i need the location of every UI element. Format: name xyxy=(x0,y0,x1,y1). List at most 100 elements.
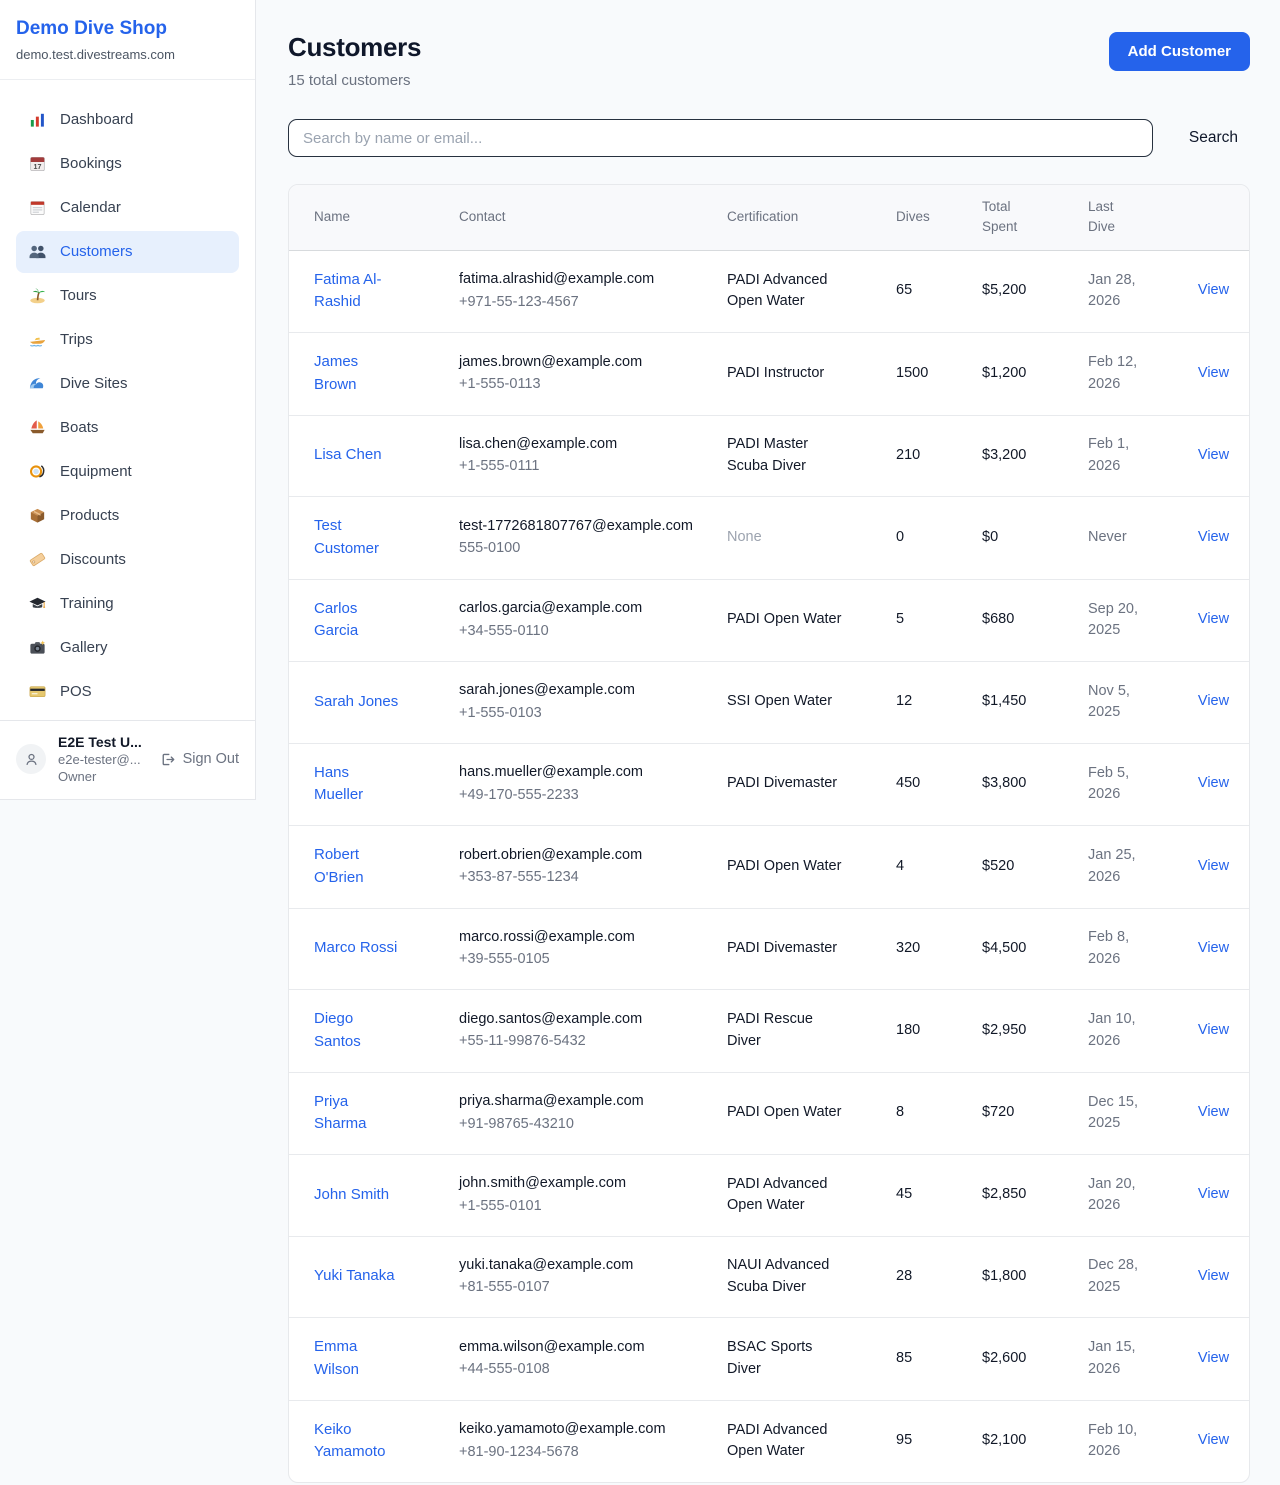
trips-icon xyxy=(28,330,47,349)
customer-total-spent: $2,100 xyxy=(982,1432,1026,1448)
sidebar-item-training[interactable]: Training xyxy=(16,583,239,625)
customer-name-link[interactable]: James Brown xyxy=(314,353,358,393)
customer-email: hans.mueller@example.com xyxy=(459,762,695,784)
search-input[interactable] xyxy=(288,119,1153,157)
view-link[interactable]: View xyxy=(1198,1022,1229,1038)
sidebar-item-equipment[interactable]: Equipment xyxy=(16,451,239,493)
customer-name-link[interactable]: Emma Wilson xyxy=(314,1338,359,1378)
customer-last-dive: Never xyxy=(1088,529,1127,545)
customer-total-spent: $2,950 xyxy=(982,1022,1026,1038)
pos-icon xyxy=(28,682,47,701)
user-section: E2E Test U... e2e-tester@... Owner Sign … xyxy=(0,720,255,799)
sidebar-item-boats[interactable]: Boats xyxy=(16,407,239,449)
customer-phone: +1-555-0103 xyxy=(459,703,695,725)
customer-dives: 95 xyxy=(896,1432,912,1448)
customers-table-body: Fatima Al- Rashid fatima.alrashid@exampl… xyxy=(289,250,1249,1482)
customer-email: keiko.yamamoto@example.com xyxy=(459,1419,695,1441)
sidebar-item-dashboard[interactable]: Dashboard xyxy=(16,99,239,141)
customer-name-link[interactable]: Priya Sharma xyxy=(314,1093,367,1133)
sidebar-item-pos[interactable]: POS xyxy=(16,671,239,713)
view-link[interactable]: View xyxy=(1198,611,1229,627)
sidebar-item-label: Dashboard xyxy=(60,110,133,130)
customer-phone: +353-87-555-1234 xyxy=(459,867,695,889)
customer-total-spent: $2,850 xyxy=(982,1186,1026,1202)
dive-sites-icon xyxy=(28,374,47,393)
view-link[interactable]: View xyxy=(1198,775,1229,791)
sidebar-item-discounts[interactable]: Discounts xyxy=(16,539,239,581)
view-link[interactable]: View xyxy=(1198,529,1229,545)
customer-name-link[interactable]: Keiko Yamamoto xyxy=(314,1421,385,1461)
logout-icon xyxy=(159,751,176,768)
sidebar-item-products[interactable]: Products xyxy=(16,495,239,537)
sign-out-button[interactable]: Sign Out xyxy=(159,751,239,768)
customer-phone: +971-55-123-4567 xyxy=(459,292,695,314)
view-link[interactable]: View xyxy=(1198,1432,1229,1448)
sidebar-item-gallery[interactable]: Gallery xyxy=(16,627,239,669)
view-link[interactable]: View xyxy=(1198,693,1229,709)
customer-dives: 0 xyxy=(896,529,904,545)
sidebar-header: Demo Dive Shop demo.test.divestreams.com xyxy=(0,0,255,80)
view-link[interactable]: View xyxy=(1198,1350,1229,1366)
customers-table: Name Contact Certification Dives Total S… xyxy=(289,185,1249,1482)
customer-dives: 320 xyxy=(896,940,920,956)
table-row: Carlos Garcia carlos.garcia@example.com … xyxy=(289,579,1249,662)
customer-last-dive: Jan 28, 2026 xyxy=(1088,272,1136,310)
view-link[interactable]: View xyxy=(1198,858,1229,874)
view-link[interactable]: View xyxy=(1198,365,1229,381)
sidebar-item-label: Training xyxy=(60,594,114,614)
customer-name-link[interactable]: Yuki Tanaka xyxy=(314,1267,395,1284)
sidebar-item-label: Discounts xyxy=(60,550,126,570)
view-link[interactable]: View xyxy=(1198,1186,1229,1202)
table-row: Fatima Al- Rashid fatima.alrashid@exampl… xyxy=(289,250,1249,333)
customer-name-link[interactable]: Carlos Garcia xyxy=(314,600,358,640)
customer-name-link[interactable]: Hans Mueller xyxy=(314,764,363,804)
search-button[interactable]: Search xyxy=(1177,121,1250,155)
shop-domain: demo.test.divestreams.com xyxy=(16,47,239,62)
customer-name-link[interactable]: Diego Santos xyxy=(314,1010,361,1050)
table-row: Lisa Chen lisa.chen@example.com +1-555-0… xyxy=(289,415,1249,497)
sidebar-item-bookings[interactable]: Bookings xyxy=(16,143,239,185)
customer-last-dive: Feb 8, 2026 xyxy=(1088,929,1129,967)
sidebar-item-calendar[interactable]: Calendar xyxy=(16,187,239,229)
view-link[interactable]: View xyxy=(1198,447,1229,463)
customer-name-link[interactable]: Fatima Al- Rashid xyxy=(314,271,382,311)
column-header-dives: Dives xyxy=(880,185,966,250)
add-customer-button[interactable]: Add Customer xyxy=(1109,32,1250,71)
customer-total-spent: $680 xyxy=(982,611,1014,627)
customer-certification: None xyxy=(727,529,762,545)
page-title: Customers xyxy=(288,32,421,63)
sidebar-item-label: Gallery xyxy=(60,638,108,658)
customer-total-spent: $3,800 xyxy=(982,775,1026,791)
customer-name-link[interactable]: Test Customer xyxy=(314,517,379,557)
customer-name-link[interactable]: Sarah Jones xyxy=(314,693,398,710)
customer-dives: 210 xyxy=(896,447,920,463)
user-role: Owner xyxy=(58,769,147,784)
customer-email: fatima.alrashid@example.com xyxy=(459,269,695,291)
customer-email: james.brown@example.com xyxy=(459,352,695,374)
customer-certification: SSI Open Water xyxy=(727,693,832,709)
customer-total-spent: $1,450 xyxy=(982,693,1026,709)
table-row: Hans Mueller hans.mueller@example.com +4… xyxy=(289,743,1249,826)
customer-name-link[interactable]: John Smith xyxy=(314,1186,389,1203)
user-info: E2E Test U... e2e-tester@... Owner xyxy=(58,734,147,784)
sidebar-item-dive-sites[interactable]: Dive Sites xyxy=(16,363,239,405)
customer-certification: PADI Open Water xyxy=(727,611,841,627)
sidebar-item-label: Trips xyxy=(60,330,93,350)
customer-email: yuki.tanaka@example.com xyxy=(459,1255,695,1277)
view-link[interactable]: View xyxy=(1198,1268,1229,1284)
customer-last-dive: Dec 28, 2025 xyxy=(1088,1257,1138,1295)
view-link[interactable]: View xyxy=(1198,1104,1229,1120)
view-link[interactable]: View xyxy=(1198,940,1229,956)
page-header: Customers 15 total customers Add Custome… xyxy=(288,32,1250,89)
customer-name-link[interactable]: Marco Rossi xyxy=(314,939,397,956)
customer-name-link[interactable]: Robert O'Brien xyxy=(314,846,364,886)
sidebar-item-tours[interactable]: Tours xyxy=(16,275,239,317)
customer-dives: 65 xyxy=(896,282,912,298)
customer-name-link[interactable]: Lisa Chen xyxy=(314,446,382,463)
view-link[interactable]: View xyxy=(1198,282,1229,298)
sidebar-item-customers[interactable]: Customers xyxy=(16,231,239,273)
customer-last-dive: Jan 20, 2026 xyxy=(1088,1176,1136,1214)
dashboard-icon xyxy=(28,110,47,129)
user-email: e2e-tester@... xyxy=(58,752,147,767)
sidebar-item-trips[interactable]: Trips xyxy=(16,319,239,361)
